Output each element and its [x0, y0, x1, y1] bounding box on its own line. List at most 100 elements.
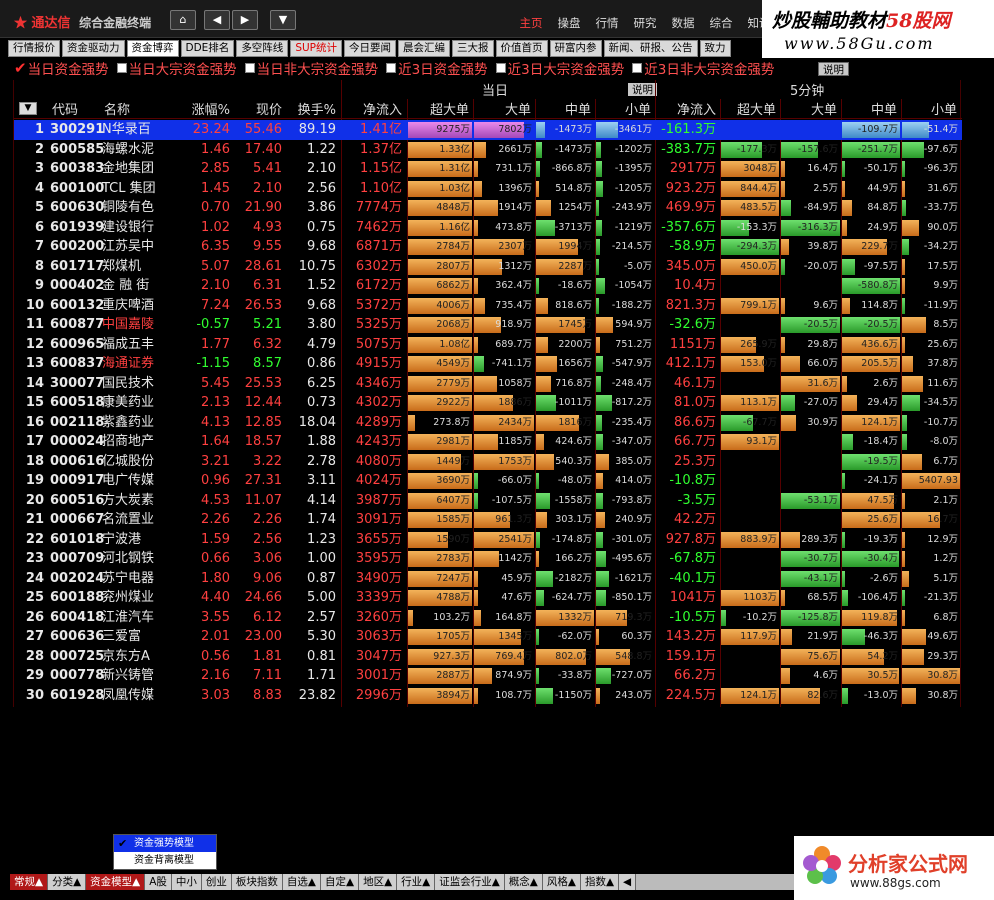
bottom-tab[interactable]: ◀	[619, 874, 637, 890]
table-row[interactable]: 14 300077 国民技术 5.45 25.53 6.25 4346万 46.1万 2779万…	[14, 374, 962, 394]
column-header-code[interactable]: 代码	[50, 99, 102, 118]
tab-item[interactable]: 新闻、研报、公告	[603, 40, 698, 57]
bottom-tab[interactable]: 资金模型▲	[86, 874, 146, 890]
model-explain-button[interactable]: 说明	[818, 62, 849, 76]
checkbox[interactable]	[632, 63, 643, 73]
table-row[interactable]: 13 600837 海通证券 -1.15 8.57 0.86 4915万 412.1万 4549…	[14, 354, 962, 374]
table-row[interactable]: 6 601939 建设银行 1.02 4.93 0.75 7462万 -357.6万 1.16亿…	[14, 218, 962, 238]
table-row[interactable]: 15 600518 康美药业 2.13 12.44 0.73 4302万 81.0万 2922万…	[14, 393, 962, 413]
checkbox[interactable]	[244, 63, 255, 73]
bottom-tab[interactable]: 概念▲	[504, 874, 543, 890]
table-row[interactable]: 20 600516 方大炭素 4.53 11.07 4.14 3987万 -3.5万 6407万…	[14, 491, 962, 511]
table-row[interactable]: 7 600200 江苏吴中 6.35 9.55 9.68 6871万 -58.9万 2784万 2…	[14, 237, 962, 257]
column-header-price[interactable]: 现价	[234, 99, 282, 118]
column-header-large-5min[interactable]: 大单	[780, 99, 837, 118]
tab-item[interactable]: 三大报	[452, 40, 494, 57]
tab-item[interactable]: DDE排名	[180, 40, 235, 57]
tab-item[interactable]: 多空阵线	[236, 40, 289, 57]
model-option[interactable]: 近3日大宗资金强势	[495, 58, 624, 78]
table-row[interactable]: 24 002024 苏宁电器 1.80 9.06 0.87 3490万 -40.1万 7247万…	[14, 569, 962, 589]
checkbox[interactable]	[116, 63, 127, 73]
bottom-tab[interactable]: 中小	[171, 874, 202, 890]
table-row[interactable]: 29 000778 新兴铸管 2.16 7.11 1.71 3001万 66.2万 2887万 8…	[14, 666, 962, 686]
column-header-small-5min[interactable]: 小单	[901, 99, 957, 118]
column-header-large[interactable]: 大单	[473, 99, 531, 118]
top-menu-item[interactable]: 行情	[592, 15, 622, 31]
bottom-tab[interactable]: 指数▲	[580, 874, 620, 890]
back-arrow-icon[interactable]: ◀	[204, 10, 230, 30]
top-menu-item[interactable]: 综合	[706, 15, 736, 31]
table-row[interactable]: 9 000402 金 融 街 2.10 6.31 1.52 6172万 10.4万 6862万 3…	[14, 276, 962, 296]
column-header-net-inflow-5min[interactable]: 净流入	[655, 99, 716, 118]
bottom-tab[interactable]: 自选▲	[282, 874, 321, 890]
table-row[interactable]: 2 600585 海螺水泥 1.46 17.40 1.22 1.37亿 -383.7万 1.33…	[14, 140, 962, 160]
bottom-tab[interactable]: 行业▲	[397, 874, 436, 890]
model-option[interactable]: ✔ 当日资金强势	[14, 58, 109, 78]
column-header-small[interactable]: 小单	[595, 99, 651, 118]
tab-item[interactable]: 研富内参	[549, 40, 602, 57]
column-header-super-large-5min[interactable]: 超大单	[720, 99, 776, 118]
top-menu-item[interactable]: 数据	[668, 15, 698, 31]
model-option[interactable]: 当日非大宗资金强势	[244, 58, 378, 78]
column-header-super-large[interactable]: 超大单	[407, 99, 469, 118]
bottom-tab[interactable]: 板块指数	[231, 874, 283, 890]
top-menu-item[interactable]: 研究	[630, 15, 660, 31]
bottom-tab[interactable]: 创业	[201, 874, 232, 890]
double-chevron-down-icon[interactable]: ▼	[270, 10, 296, 30]
bottom-tab[interactable]: 风格▲	[542, 874, 581, 890]
bottom-tab[interactable]: 地区▲	[359, 874, 398, 890]
bottom-tab[interactable]: 自定▲	[321, 874, 360, 890]
column-menu-dropdown[interactable]: ▼	[19, 102, 37, 115]
checkbox[interactable]	[386, 63, 397, 73]
column-header-medium-5min[interactable]: 中单	[841, 99, 897, 118]
table-row[interactable]: 23 000709 河北钢铁 0.66 3.06 1.00 3595万 -67.8万 2783万…	[14, 549, 962, 569]
checkbox[interactable]	[495, 63, 506, 73]
table-row[interactable]: 3 600383 金地集团 2.85 5.41 2.10 1.15亿 2917万 1.31亿 73…	[14, 159, 962, 179]
tab-item[interactable]: 今日要闻	[344, 40, 396, 57]
tab-item[interactable]: 晨会汇编	[398, 40, 450, 57]
column-header-net-inflow[interactable]: 净流入	[341, 99, 402, 118]
column-header-change-pct[interactable]: 涨幅%	[172, 99, 230, 118]
top-menu-item[interactable]: 主页	[516, 15, 546, 31]
home-icon[interactable]: ⌂	[170, 10, 196, 30]
table-row[interactable]: 4 600100 TCL 集团 1.45 2.10 2.56 1.10亿 923.2万 1.03…	[14, 179, 962, 199]
top-menu-item[interactable]: 操盘	[554, 15, 584, 31]
column-header-turnover[interactable]: 换手%	[286, 99, 336, 118]
model-option[interactable]: 近3日资金强势	[386, 58, 488, 78]
popup-item-strong-model[interactable]: ✔ 资金强势模型	[114, 835, 216, 852]
bottom-tab[interactable]: 证监会行业▲	[435, 874, 505, 890]
tab-item[interactable]: 致力	[699, 40, 731, 57]
bottom-tab[interactable]: A股	[145, 874, 172, 890]
bottom-tab[interactable]: 分类▲	[48, 874, 87, 890]
table-row[interactable]: 21 000667 名流置业 2.26 2.26 1.74 3091万 42.2万 1585万 9…	[14, 510, 962, 530]
tab-item[interactable]: 资金博弈	[126, 40, 179, 57]
table-row[interactable]: 5 600630 铜陵有色 0.70 21.90 3.86 7774万 469.9万 4848万…	[14, 198, 962, 218]
tab-item[interactable]: 价值首页	[495, 40, 548, 57]
table-row[interactable]: 18 000616 亿城股份 3.21 3.22 2.78 4080万 25.3万 1449万 1…	[14, 452, 962, 472]
table-row[interactable]: 12 600965 福成五丰 1.77 6.32 4.79 5075万 1151万 1.08亿 6…	[14, 335, 962, 355]
table-row[interactable]: 10 600132 重庆啤酒 7.24 26.53 9.68 5372万 821.3万 4006…	[14, 296, 962, 316]
table-row[interactable]: 16 002118 紫鑫药业 4.13 12.85 18.04 4289万 86.6万 273.…	[14, 413, 962, 433]
table-row[interactable]: 17 000024 招商地产 1.64 18.57 1.88 4243万 66.7万 2981万…	[14, 432, 962, 452]
table-row[interactable]: 26 600418 江淮汽车 3.55 6.12 2.57 3260万 -10.5万 103.2…	[14, 608, 962, 628]
table-row[interactable]: 28 000725 京东方A 0.56 1.81 0.81 3047万 159.1万 927.3…	[14, 647, 962, 667]
model-option[interactable]: 当日大宗资金强势	[116, 58, 237, 78]
table-row[interactable]: 8 601717 郑煤机 5.07 28.61 10.75 6302万 345.0万 2807万…	[14, 257, 962, 277]
tab-item[interactable]: 资金驱动力	[62, 40, 125, 57]
column-header-name[interactable]: 名称	[102, 99, 168, 118]
model-option[interactable]: 近3日非大宗资金强势	[632, 58, 774, 78]
table-row[interactable]: 25 600188 兖州煤业 4.40 24.66 5.00 3339万 1041万 4788万…	[14, 588, 962, 608]
tab-item[interactable]: SUP统计	[290, 40, 342, 57]
table-row[interactable]: 1 300291 N华录百 23.24 55.46 89.19 1.41亿 -161.3万 92…	[14, 120, 962, 140]
bottom-tab[interactable]: 常规▲	[10, 874, 49, 890]
table-row[interactable]: 19 000917 电广传媒 0.96 27.31 3.11 4024万 -10.8万 3690…	[14, 471, 962, 491]
day-explain-button[interactable]: 说明	[628, 83, 657, 96]
table-row[interactable]: 27 600636 三爱富 2.01 23.00 5.30 3063万 143.2万 1705万…	[14, 627, 962, 647]
tab-item[interactable]: 行情报价	[8, 40, 60, 57]
popup-item-divergence-model[interactable]: 资金背离模型	[114, 852, 216, 869]
column-header-medium[interactable]: 中单	[535, 99, 591, 118]
table-row[interactable]: 11 600877 中国嘉陵 -0.57 5.21 3.80 5325万 -32.6万 2068…	[14, 315, 962, 335]
table-row[interactable]: 30 601928 凤凰传媒 3.03 8.83 23.82 2996万 224.5万 3894…	[14, 686, 962, 706]
forward-arrow-icon[interactable]: ▶	[232, 10, 258, 30]
table-row[interactable]: 22 601018 宁波港 1.59 2.56 1.23 3655万 927.8万 1590万 2…	[14, 530, 962, 550]
